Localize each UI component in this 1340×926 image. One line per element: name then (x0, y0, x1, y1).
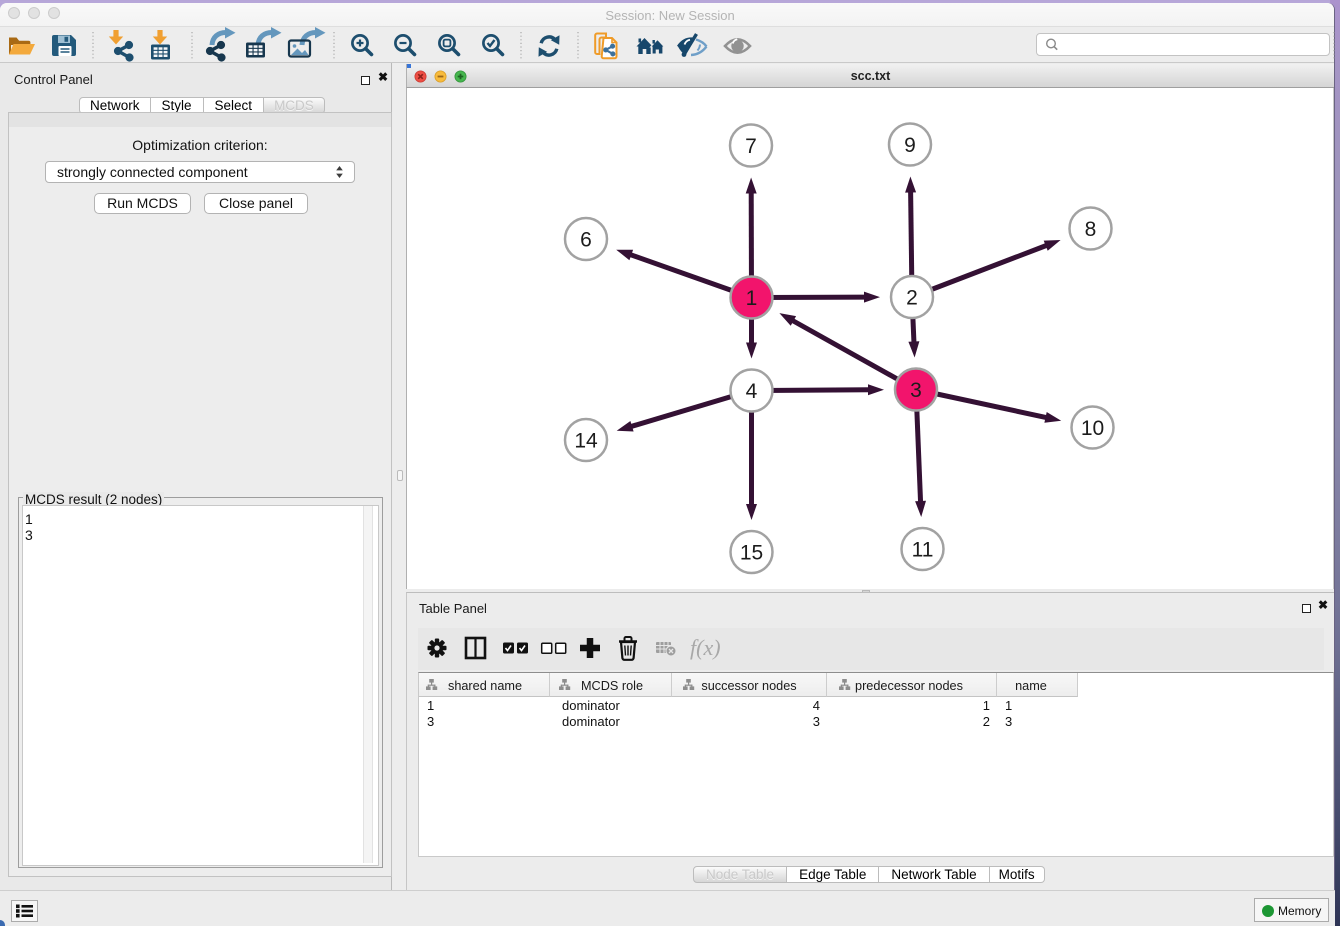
svg-text:7: 7 (745, 135, 757, 158)
svg-text:4: 4 (746, 380, 758, 403)
svg-text:name: name (1015, 679, 1047, 693)
svg-text:8: 8 (1085, 218, 1097, 241)
svg-text:14: 14 (574, 430, 598, 453)
svg-text:predecessor nodes: predecessor nodes (855, 679, 963, 693)
svg-text:6: 6 (580, 229, 592, 252)
svg-text:shared name: shared name (448, 679, 522, 693)
svg-text:11: 11 (912, 539, 934, 562)
svg-text:15: 15 (740, 542, 763, 565)
svg-text:f(x): f(x) (690, 635, 721, 660)
svg-text:1: 1 (746, 287, 758, 310)
svg-text:3: 3 (910, 379, 922, 402)
svg-text:MCDS role: MCDS role (581, 679, 643, 693)
svg-text:2: 2 (906, 287, 918, 310)
svg-text:9: 9 (904, 134, 916, 157)
svg-text:successor nodes: successor nodes (701, 679, 796, 693)
svg-text:10: 10 (1081, 417, 1104, 440)
